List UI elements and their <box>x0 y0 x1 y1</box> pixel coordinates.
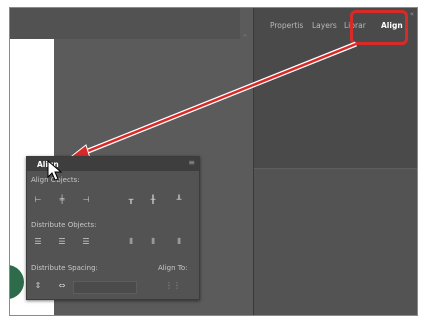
mouse-pointer-icon <box>47 160 63 181</box>
vertical-distribute-bottom-icon[interactable]: ☰ <box>80 237 92 247</box>
vertical-distribute-center-icon[interactable]: ☰ <box>56 237 68 247</box>
align-tab-highlight <box>350 10 408 45</box>
distribute-spacing-label: Distribute Spacing: <box>31 264 98 272</box>
panel-collapse-icon[interactable]: « <box>410 10 414 18</box>
tab-layers[interactable]: Layers <box>312 21 337 30</box>
vertical-distribute-top-icon[interactable]: ☰ <box>32 237 44 247</box>
document-tab-bar <box>10 8 240 39</box>
artwork-leaf <box>10 265 24 299</box>
align-to-selection-icon[interactable]: ⋮⋮ <box>165 281 181 291</box>
distribute-objects-label: Distribute Objects: <box>31 221 97 229</box>
vertical-align-bottom-icon[interactable]: ╨ <box>173 195 185 205</box>
horizontal-align-center-icon[interactable]: ╪ <box>56 195 68 205</box>
tab-properties[interactable]: Propertis <box>270 21 303 30</box>
vertical-align-top-icon[interactable]: ╥ <box>125 195 137 205</box>
panel-menu-icon[interactable]: ≡ <box>188 158 195 167</box>
horizontal-distribute-center-icon[interactable]: ⫴ <box>147 237 159 247</box>
panel-content-area <box>254 168 417 315</box>
horizontal-distribute-space-icon[interactable]: ⇔ <box>56 281 68 291</box>
spacing-value-field[interactable] <box>73 281 137 294</box>
horizontal-align-left-icon[interactable]: ⊢ <box>32 195 44 205</box>
align-to-label: Align To: <box>158 264 188 272</box>
collapse-arrow-icon[interactable]: ^ <box>242 34 250 42</box>
horizontal-distribute-left-icon[interactable]: ⫴ <box>125 237 137 247</box>
vertical-distribute-space-icon[interactable]: ⇕ <box>32 281 44 291</box>
right-panel-dock: « Propertis Layers Librar Align <box>253 8 417 315</box>
horizontal-distribute-right-icon[interactable]: ⫴ <box>173 237 185 247</box>
vertical-align-center-icon[interactable]: ╫ <box>147 195 159 205</box>
horizontal-align-right-icon[interactable]: ⊣ <box>80 195 92 205</box>
